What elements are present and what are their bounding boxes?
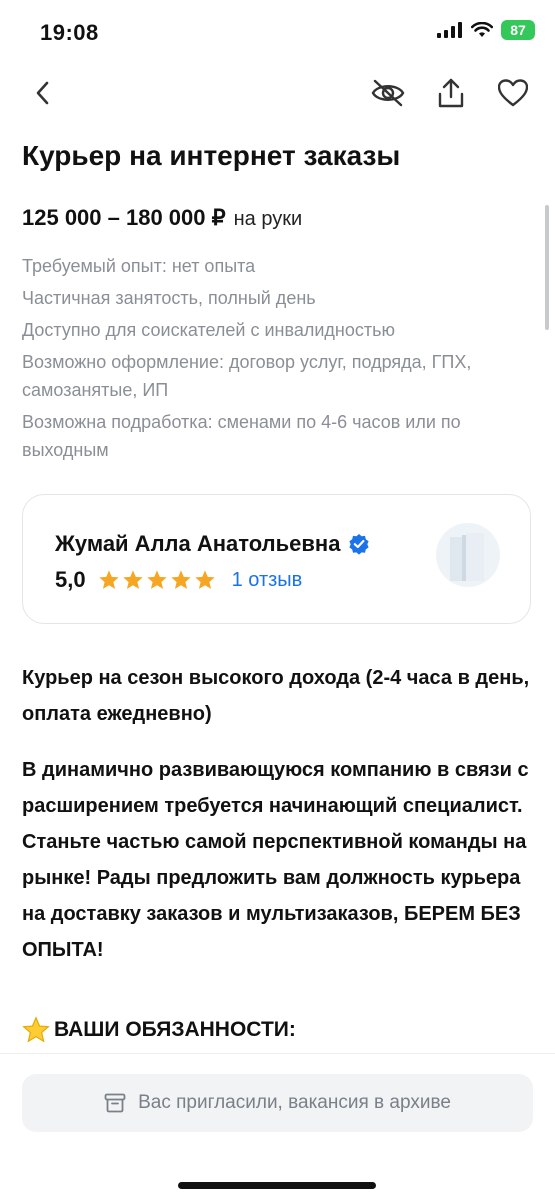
archive-icon [104, 1093, 126, 1113]
favorite-icon [498, 79, 528, 107]
star-icon [194, 570, 215, 589]
employer-name: Жумай Алла Анатольевна [55, 531, 341, 556]
employer-logo [436, 523, 500, 587]
description-intro: Курьер на сезон высокого дохода (2-4 час… [22, 667, 530, 725]
employer-name-row: Жумай Алла Анатольевна [55, 531, 370, 557]
detail-experience: Требуемый опыт: нет опыта [22, 256, 256, 276]
star-icon [170, 570, 191, 589]
hide-vacancy-button[interactable] [365, 70, 411, 116]
duties-heading: ВАШИ ОБЯЗАННОСТИ: [22, 1016, 296, 1044]
favorite-button[interactable] [490, 70, 536, 116]
status-icons: 87 [437, 20, 535, 40]
verified-icon [349, 534, 370, 555]
duties-heading-text: ВАШИ ОБЯЗАННОСТИ: [54, 1018, 296, 1041]
back-button[interactable] [20, 70, 66, 116]
building-icon [450, 533, 484, 581]
archive-status-label: Вас пригласили, вакансия в архиве [138, 1092, 451, 1113]
detail-employment: Частичная занятость, полный день [22, 288, 316, 308]
archive-status-button[interactable]: Вас пригласили, вакансия в архиве [22, 1074, 533, 1132]
description-body: В динамично развивающуюся компанию в свя… [22, 759, 529, 961]
salary-row: 125 000 – 180 000 ₽ на руки [22, 205, 302, 231]
star-icon [122, 570, 143, 589]
reviews-link[interactable]: 1 отзыв [232, 569, 303, 592]
share-button[interactable] [428, 70, 474, 116]
back-icon [36, 81, 49, 105]
vacancy-details: Требуемый опыт: нет опыта Частичная заня… [22, 252, 532, 468]
star-icon [146, 570, 167, 589]
share-icon [438, 78, 464, 108]
signal-icon [437, 22, 462, 38]
rating-stars [98, 569, 216, 591]
employer-rating-row: 5,0 1 отзыв [55, 567, 302, 593]
employer-card[interactable]: Жумай Алла Анатольевна 5,0 1 отзыв [22, 494, 531, 624]
vacancy-title: Курьер на интернет заказы [22, 140, 401, 171]
star-emoji-icon [22, 1016, 50, 1043]
status-time: 19:08 [40, 20, 99, 45]
detail-parttime: Возможна подработка: сменами по 4-6 часо… [22, 412, 461, 460]
status-bar: 19:08 87 [0, 0, 555, 60]
battery-indicator: 87 [501, 20, 535, 40]
home-indicator[interactable] [178, 1182, 376, 1189]
salary-amount: 125 000 – 180 000 ₽ [22, 205, 226, 230]
salary-note: на руки [233, 208, 303, 230]
hide-icon [371, 79, 405, 107]
detail-accessibility: Доступно для соискателей с инвалидностью [22, 320, 395, 340]
rating-value: 5,0 [55, 567, 86, 592]
detail-contract: Возможно оформление: договор услуг, подр… [22, 352, 472, 400]
scrollbar[interactable] [545, 205, 549, 330]
wifi-icon [471, 22, 493, 37]
star-icon [98, 570, 119, 589]
bottom-panel: Вас пригласили, вакансия в архиве [0, 1053, 555, 1201]
top-navigation [0, 70, 555, 120]
